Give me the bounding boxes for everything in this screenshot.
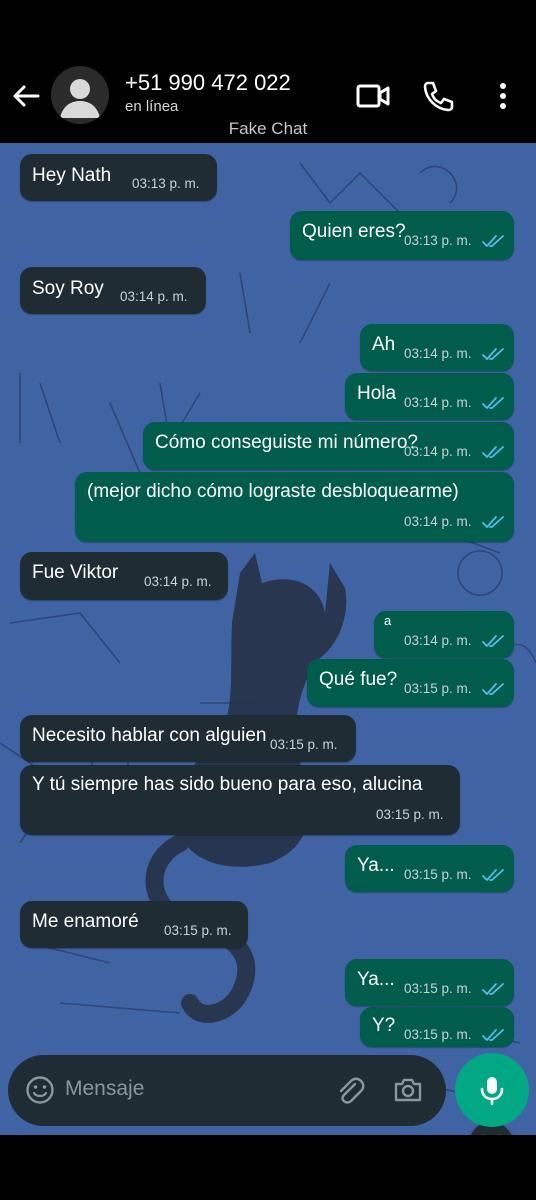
avatar-icon <box>60 79 100 118</box>
read-receipt-icon <box>482 397 504 409</box>
message-composer[interactable]: Mensaje <box>8 1055 446 1126</box>
message-time: 03:14 p. m. <box>404 444 472 459</box>
outgoing-message[interactable]: a 03:14 p. m. <box>374 611 514 658</box>
message-text: (mejor dicho cómo lograste desbloquearme… <box>87 481 459 502</box>
outgoing-message[interactable]: Y? 03:15 p. m. <box>360 1007 514 1047</box>
message-text: Ah <box>372 334 396 355</box>
attach-icon[interactable] <box>334 1075 366 1107</box>
message-time: 03:14 p. m. <box>144 574 212 589</box>
message-text: Y? <box>372 1015 396 1036</box>
message-time: 03:14 p. m. <box>404 395 472 410</box>
message-text: Hola <box>357 383 397 404</box>
message-text: Ya... <box>357 969 395 990</box>
outgoing-message[interactable]: Quien eres? 03:13 p. m. <box>290 211 514 260</box>
incoming-message[interactable]: Y tú siempre has sido bueno para eso, al… <box>20 765 460 835</box>
mic-icon <box>480 1077 504 1106</box>
read-receipt-icon <box>482 446 504 458</box>
outgoing-message[interactable]: Ah 03:14 p. m. <box>360 324 514 371</box>
incoming-message[interactable]: Fue Viktor 03:14 p. m. <box>20 552 228 600</box>
chat-area[interactable]: Hey Nath 03:13 p. m. Quien eres? 03:13 p. m… <box>0 143 536 1135</box>
message-time: 03:15 p. m. <box>404 681 472 696</box>
message-input[interactable]: Mensaje <box>65 1077 144 1101</box>
message-text: Ya... <box>357 855 395 876</box>
contact-status: en línea <box>125 98 179 115</box>
emoji-icon[interactable] <box>25 1075 55 1105</box>
message-time: 03:15 p. m. <box>404 867 472 882</box>
read-receipt-icon <box>482 635 504 647</box>
outgoing-message[interactable]: (mejor dicho cómo lograste desbloquearme… <box>75 472 514 542</box>
chat-header: +51 990 472 022 en línea Fake Chat <box>0 0 536 143</box>
read-receipt-icon <box>482 983 504 995</box>
video-call-icon[interactable] <box>353 76 393 116</box>
incoming-message[interactable]: Me enamoré 03:15 p. m. <box>20 901 248 948</box>
message-text: Hey Nath <box>32 165 112 186</box>
message-time: 03:14 p. m. <box>404 346 472 361</box>
message-text: Soy Roy <box>32 278 104 299</box>
mic-button[interactable] <box>455 1053 529 1127</box>
watermark: Fake Chat <box>228 119 308 138</box>
outgoing-message[interactable]: Qué fue? 03:15 p. m. <box>307 659 514 707</box>
message-time: 03:15 p. m. <box>270 737 338 752</box>
incoming-message[interactable]: Soy Roy 03:14 p. m. <box>20 267 206 314</box>
outgoing-message[interactable]: Hola 03:14 p. m. <box>345 373 514 420</box>
message-time: 03:14 p. m. <box>404 633 472 648</box>
read-receipt-icon <box>482 348 504 360</box>
incoming-message[interactable]: Hey Nath 03:13 p. m. <box>20 154 217 201</box>
message-time: 03:14 p. m. <box>404 514 472 529</box>
message-text: Qué fue? <box>319 669 398 690</box>
outgoing-message[interactable]: Ya... 03:15 p. m. <box>345 845 514 892</box>
read-receipt-icon <box>482 516 504 528</box>
message-time: 03:15 p. m. <box>164 923 232 938</box>
message-text: Necesito hablar con alguien <box>32 725 267 746</box>
message-time: 03:15 p. m. <box>404 981 472 996</box>
message-text: a <box>384 613 392 628</box>
message-text: Cómo conseguiste mi número? <box>155 432 418 453</box>
message-text: Y tú siempre has sido bueno para eso, al… <box>32 774 423 795</box>
outgoing-message[interactable]: Ya... 03:15 p. m. <box>345 959 514 1006</box>
message-text: Me enamoré <box>32 911 139 932</box>
message-time: 03:13 p. m. <box>404 233 472 248</box>
message-time: 03:15 p. m. <box>376 807 444 822</box>
avatar[interactable] <box>51 66 109 124</box>
message-text: Quien eres? <box>302 221 406 242</box>
phone-icon[interactable] <box>418 76 458 116</box>
incoming-message[interactable]: Necesito hablar con alguien 03:15 p. m. <box>20 715 356 762</box>
camera-icon[interactable] <box>392 1074 424 1106</box>
back-arrow-icon[interactable] <box>10 80 42 112</box>
contact-name[interactable]: +51 990 472 022 <box>125 70 291 96</box>
read-receipt-icon <box>482 869 504 881</box>
read-receipt-icon <box>482 683 504 695</box>
message-text: Fue Viktor <box>32 562 119 583</box>
read-receipt-icon <box>482 235 504 247</box>
read-receipt-icon <box>482 1029 504 1041</box>
outgoing-message[interactable]: Cómo conseguiste mi número? 03:14 p. m. <box>143 422 514 470</box>
message-time: 03:13 p. m. <box>132 176 200 191</box>
message-time: 03:14 p. m. <box>120 289 188 304</box>
message-time: 03:15 p. m. <box>404 1027 472 1042</box>
system-bottom-bar <box>0 1135 536 1200</box>
more-vert-icon[interactable] <box>483 76 523 116</box>
